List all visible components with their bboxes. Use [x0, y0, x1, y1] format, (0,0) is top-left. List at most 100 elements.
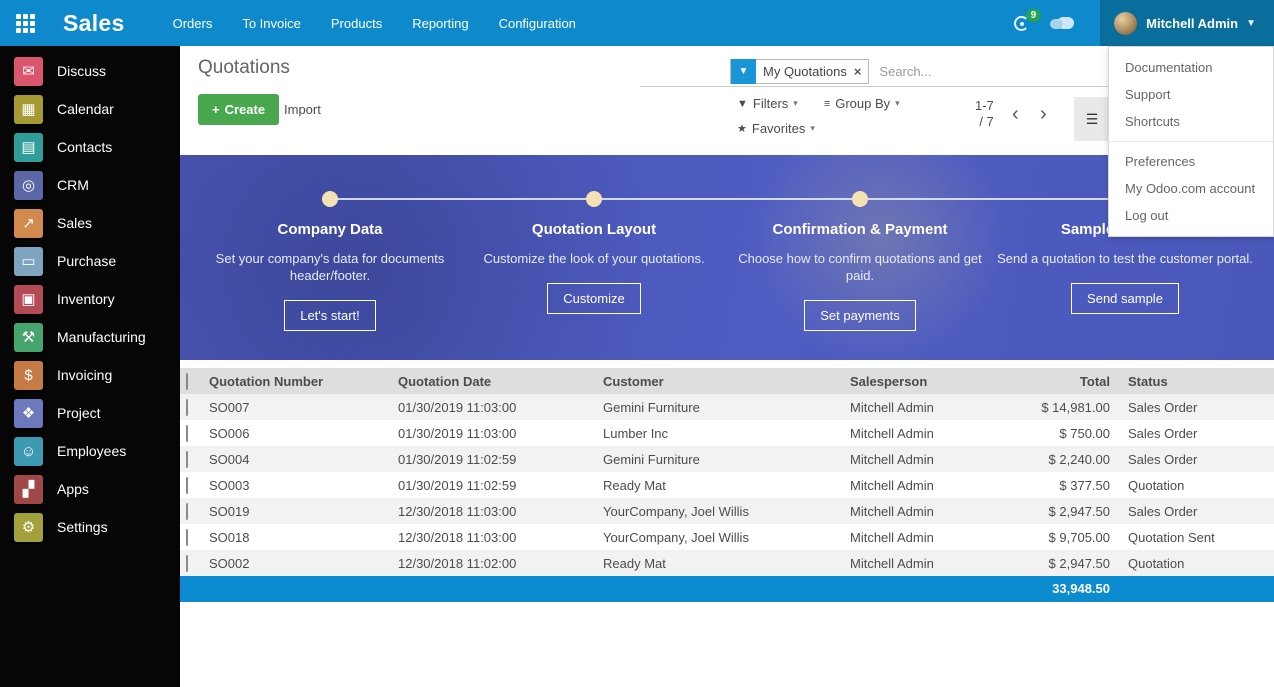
employees-icon: ☺: [14, 437, 43, 466]
row-checkbox[interactable]: [186, 529, 188, 546]
sidebar-item-calendar[interactable]: ▦Calendar: [0, 90, 180, 128]
sidebar-item-settings[interactable]: ⚙Settings: [0, 508, 180, 546]
lets-start-button[interactable]: Let's start!: [284, 300, 376, 331]
apps-icon: ▞: [14, 475, 43, 504]
invoicing-icon: $: [14, 361, 43, 390]
menu-documentation[interactable]: Documentation: [1109, 54, 1273, 81]
quotations-table: Quotation Number Quotation Date Customer…: [180, 368, 1274, 576]
menu-odoo-account[interactable]: My Odoo.com account: [1109, 175, 1273, 202]
menu-support[interactable]: Support: [1109, 81, 1273, 108]
page-title: Quotations: [198, 57, 290, 79]
inventory-icon: ▣: [14, 285, 43, 314]
activities-icon[interactable]: 9: [1014, 16, 1029, 31]
import-button[interactable]: Import: [280, 94, 325, 125]
pager-counter: 1-7 / 7: [975, 98, 994, 130]
row-checkbox[interactable]: [186, 425, 188, 442]
user-menu-button[interactable]: Mitchell Admin ▼: [1100, 0, 1274, 46]
contacts-icon: ▤: [14, 133, 43, 162]
messages-icon[interactable]: [1057, 17, 1074, 29]
top-menu: Orders To Invoice Products Reporting Con…: [173, 16, 576, 31]
row-checkbox[interactable]: [186, 477, 188, 494]
group-by-icon: ≡: [824, 98, 830, 110]
filter-toolbar: ▼Filters▾ ≡Group By▾ ★Favorites▾: [737, 96, 900, 136]
menu-reporting[interactable]: Reporting: [412, 16, 468, 31]
user-dropdown-menu: Documentation Support Shortcuts Preferen…: [1108, 46, 1274, 237]
set-payments-button[interactable]: Set payments: [804, 300, 916, 331]
sidebar-item-contacts[interactable]: ▤Contacts: [0, 128, 180, 166]
filters-button[interactable]: ▼Filters▾: [737, 96, 798, 111]
apps-sidebar: ✉Discuss ▦Calendar ▤Contacts ◎CRM ↗Sales…: [0, 46, 180, 687]
onboarding-step-confirmation-payment: Confirmation & Payment Choose how to con…: [730, 221, 990, 331]
progress-dot-1: [322, 191, 338, 207]
chevron-down-icon: ▼: [1246, 18, 1256, 29]
onboarding-step-company-data: Company Data Set your company's data for…: [200, 221, 460, 331]
pager-next-button[interactable]: ›: [1040, 103, 1047, 126]
sidebar-item-sales[interactable]: ↗Sales: [0, 204, 180, 242]
list-view-button[interactable]: ☰: [1074, 97, 1110, 141]
list-view-icon: ☰: [1086, 111, 1099, 128]
chevron-down-icon: ▾: [793, 98, 798, 109]
sidebar-item-manufacturing[interactable]: ⚒Manufacturing: [0, 318, 180, 356]
table-row[interactable]: SO00401/30/2019 11:02:59Gemini Furniture…: [180, 446, 1274, 472]
top-navbar: Sales Orders To Invoice Products Reporti…: [0, 0, 1274, 46]
table-row[interactable]: SO01912/30/2018 11:03:00YourCompany, Joe…: [180, 498, 1274, 524]
chevron-down-icon: ▾: [895, 98, 900, 109]
pager-previous-button[interactable]: ‹: [1012, 103, 1019, 126]
sidebar-item-inventory[interactable]: ▣Inventory: [0, 280, 180, 318]
search-input[interactable]: Search...: [879, 64, 931, 79]
menu-orders[interactable]: Orders: [173, 16, 213, 31]
apps-grid-icon[interactable]: [16, 14, 35, 33]
app-title[interactable]: Sales: [63, 10, 125, 37]
menu-divider: [1109, 141, 1273, 142]
table-row[interactable]: SO00301/30/2019 11:02:59Ready MatMitchel…: [180, 472, 1274, 498]
settings-gear-icon: ⚙: [14, 513, 43, 542]
activity-count-badge: 9: [1026, 9, 1042, 22]
favorites-button[interactable]: ★Favorites▾: [737, 121, 815, 136]
send-sample-button[interactable]: Send sample: [1071, 283, 1179, 314]
user-avatar: [1114, 12, 1137, 35]
table-row[interactable]: SO01812/30/2018 11:03:00YourCompany, Joe…: [180, 524, 1274, 550]
sidebar-item-project[interactable]: ❖Project: [0, 394, 180, 432]
menu-to-invoice[interactable]: To Invoice: [242, 16, 301, 31]
filter-chip-my-quotations[interactable]: ▼ My Quotations ×: [730, 59, 869, 84]
table-row[interactable]: SO00601/30/2019 11:03:00Lumber IncMitche…: [180, 420, 1274, 446]
sidebar-item-employees[interactable]: ☺Employees: [0, 432, 180, 470]
row-checkbox[interactable]: [186, 399, 188, 416]
project-icon: ❖: [14, 399, 43, 428]
sidebar-item-invoicing[interactable]: $Invoicing: [0, 356, 180, 394]
customize-button[interactable]: Customize: [547, 283, 640, 314]
star-icon: ★: [737, 122, 747, 135]
menu-configuration[interactable]: Configuration: [499, 16, 576, 31]
onboarding-step-quotation-layout: Quotation Layout Customize the look of y…: [464, 221, 724, 314]
crm-icon: ◎: [14, 171, 43, 200]
menu-log-out[interactable]: Log out: [1109, 202, 1273, 229]
sidebar-item-apps[interactable]: ▞Apps: [0, 470, 180, 508]
menu-preferences[interactable]: Preferences: [1109, 148, 1273, 175]
progress-dot-3: [852, 191, 868, 207]
funnel-icon: ▼: [737, 98, 748, 110]
progress-dot-2: [586, 191, 602, 207]
sidebar-item-discuss[interactable]: ✉Discuss: [0, 52, 180, 90]
sales-icon: ↗: [14, 209, 43, 238]
row-checkbox[interactable]: [186, 555, 188, 572]
create-button[interactable]: +Create: [198, 94, 279, 125]
menu-shortcuts[interactable]: Shortcuts: [1109, 108, 1273, 135]
manufacturing-icon: ⚒: [14, 323, 43, 352]
sidebar-item-crm[interactable]: ◎CRM: [0, 166, 180, 204]
calendar-icon: ▦: [14, 95, 43, 124]
sidebar-item-purchase[interactable]: ▭Purchase: [0, 242, 180, 280]
user-name: Mitchell Admin: [1146, 16, 1238, 31]
table-row[interactable]: SO00212/30/2018 11:02:00Ready MatMitchel…: [180, 550, 1274, 576]
row-checkbox[interactable]: [186, 451, 188, 468]
filter-funnel-icon: ▼: [731, 59, 756, 84]
grand-total-value: 33,948.50: [1052, 576, 1110, 602]
chip-close-icon[interactable]: ×: [854, 64, 869, 79]
group-by-button[interactable]: ≡Group By▾: [824, 96, 900, 111]
discuss-icon: ✉: [14, 57, 43, 86]
topbar-right: 9 Mitchell Admin ▼: [1014, 0, 1274, 46]
table-row[interactable]: SO00701/30/2019 11:03:00Gemini Furniture…: [180, 394, 1274, 420]
select-all-checkbox[interactable]: [186, 373, 188, 390]
row-checkbox[interactable]: [186, 503, 188, 520]
menu-products[interactable]: Products: [331, 16, 382, 31]
table-footer-total: 33,948.50: [180, 576, 1274, 602]
